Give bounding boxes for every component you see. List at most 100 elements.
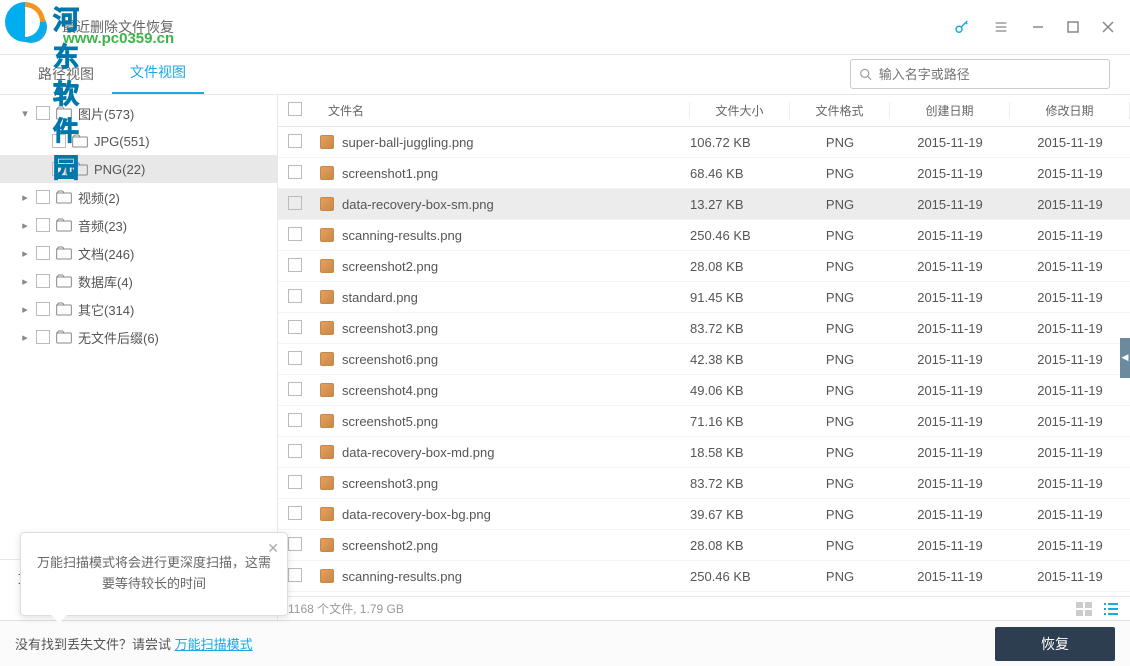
tree-item[interactable]: ▾图片(573): [0, 99, 277, 127]
row-checkbox[interactable]: [288, 258, 302, 272]
grid-view-icon[interactable]: [1076, 602, 1094, 616]
caret-icon[interactable]: ▸: [20, 303, 30, 316]
file-row[interactable]: super-ball-juggling.png106.72 KBPNG2015-…: [278, 127, 1130, 158]
caret-icon[interactable]: ▾: [20, 107, 30, 120]
file-row[interactable]: screenshot4.png49.06 KBPNG2015-11-192015…: [278, 375, 1130, 406]
row-checkbox[interactable]: [288, 382, 302, 396]
file-modified: 2015-11-19: [1010, 352, 1130, 367]
file-row[interactable]: data-recovery-box-bg.png39.67 KBPNG2015-…: [278, 499, 1130, 530]
col-format[interactable]: 文件格式: [790, 102, 890, 119]
checkbox[interactable]: [36, 218, 50, 232]
file-row[interactable]: screenshot6.png42.38 KBPNG2015-11-192015…: [278, 344, 1130, 375]
file-row[interactable]: screenshot1.png68.46 KBPNG2015-11-192015…: [278, 158, 1130, 189]
file-row[interactable]: screenshot3.png83.72 KBPNG2015-11-192015…: [278, 468, 1130, 499]
col-size[interactable]: 文件大小: [690, 102, 790, 119]
file-created: 2015-11-19: [890, 507, 1010, 522]
tree-item[interactable]: ▸数据库(4): [0, 267, 277, 295]
tree-item[interactable]: JPG(551): [0, 127, 277, 155]
file-size: 13.27 KB: [690, 197, 790, 212]
minimize-icon[interactable]: [1031, 20, 1045, 34]
file-format: PNG: [790, 414, 890, 429]
tree-label: 无文件后缀(6): [78, 328, 159, 347]
deep-scan-link[interactable]: 万能扫描模式: [175, 637, 253, 652]
file-row[interactable]: data-recovery-box-sm.png13.27 KBPNG2015-…: [278, 189, 1130, 220]
col-created[interactable]: 创建日期: [890, 102, 1010, 119]
file-row[interactable]: screenshot5.png71.16 KBPNG2015-11-192015…: [278, 406, 1130, 437]
file-row[interactable]: screenshot3.png83.72 KBPNG2015-11-192015…: [278, 313, 1130, 344]
tree-label: 文档(246): [78, 244, 134, 263]
checkbox[interactable]: [36, 274, 50, 288]
file-row[interactable]: standard.png91.45 KBPNG2015-11-192015-11…: [278, 282, 1130, 313]
checkbox[interactable]: [36, 330, 50, 344]
caret-icon[interactable]: ▸: [20, 247, 30, 260]
row-checkbox[interactable]: [288, 351, 302, 365]
recover-button[interactable]: 恢复: [995, 627, 1115, 661]
checkbox[interactable]: [52, 162, 66, 176]
file-format: PNG: [790, 290, 890, 305]
tree-item[interactable]: ▸其它(314): [0, 295, 277, 323]
file-name: screenshot5.png: [342, 414, 438, 429]
caret-icon[interactable]: ▸: [20, 331, 30, 344]
row-checkbox[interactable]: [288, 506, 302, 520]
checkbox[interactable]: [36, 302, 50, 316]
file-created: 2015-11-19: [890, 383, 1010, 398]
menu-icon[interactable]: [993, 19, 1009, 35]
tree-item[interactable]: ▸音频(23): [0, 211, 277, 239]
file-format: PNG: [790, 321, 890, 336]
row-checkbox[interactable]: [288, 165, 302, 179]
col-modified[interactable]: 修改日期: [1010, 102, 1130, 119]
tree-item[interactable]: PNG(22): [0, 155, 277, 183]
caret-icon[interactable]: ▸: [20, 219, 30, 232]
row-checkbox[interactable]: [288, 134, 302, 148]
folder-icon: [72, 134, 88, 148]
checkbox-all[interactable]: [288, 102, 302, 116]
row-checkbox[interactable]: [288, 568, 302, 582]
row-checkbox[interactable]: [288, 227, 302, 241]
row-checkbox[interactable]: [288, 444, 302, 458]
tree-item[interactable]: ▸ 无文件后缀(6): [0, 323, 277, 351]
search-input[interactable]: [879, 67, 1101, 82]
tab-file-view[interactable]: 文件视图: [112, 52, 204, 94]
back-button[interactable]: [15, 11, 47, 43]
close-icon[interactable]: [1101, 20, 1115, 34]
row-checkbox[interactable]: [288, 537, 302, 551]
file-modified: 2015-11-19: [1010, 197, 1130, 212]
row-checkbox[interactable]: [288, 196, 302, 210]
list-view-icon[interactable]: [1102, 602, 1120, 616]
file-row[interactable]: data-recovery-box-md.png18.58 KBPNG2015-…: [278, 437, 1130, 468]
key-icon[interactable]: [953, 18, 971, 36]
checkbox[interactable]: [36, 190, 50, 204]
tree-item[interactable]: ▸视频(2): [0, 183, 277, 211]
file-created: 2015-11-19: [890, 290, 1010, 305]
maximize-icon[interactable]: [1067, 21, 1079, 33]
file-row[interactable]: screenshot2.png28.08 KBPNG2015-11-192015…: [278, 530, 1130, 561]
row-checkbox[interactable]: [288, 413, 302, 427]
file-name: scanning-results.png: [342, 569, 462, 584]
tooltip-close-icon[interactable]: ✕: [267, 537, 279, 559]
file-size: 71.16 KB: [690, 414, 790, 429]
file-row[interactable]: scanning-results.png250.46 KBPNG2015-11-…: [278, 561, 1130, 592]
file-modified: 2015-11-19: [1010, 538, 1130, 553]
row-checkbox[interactable]: [288, 320, 302, 334]
side-panel-toggle[interactable]: ◀: [1120, 338, 1130, 378]
file-created: 2015-11-19: [890, 414, 1010, 429]
file-format: PNG: [790, 445, 890, 460]
tab-path-view[interactable]: 路径视图: [20, 54, 112, 94]
caret-icon[interactable]: ▸: [20, 191, 30, 204]
title-bar: 河东软件园 www.pc0359.cn 最近删除文件恢复: [0, 0, 1130, 55]
checkbox[interactable]: [52, 134, 66, 148]
checkbox[interactable]: [36, 106, 50, 120]
checkbox[interactable]: [36, 246, 50, 260]
col-name[interactable]: 文件名: [318, 102, 690, 119]
folder-icon: [56, 106, 72, 120]
search-box[interactable]: [850, 59, 1110, 89]
caret-icon[interactable]: ▸: [20, 275, 30, 288]
row-checkbox[interactable]: [288, 289, 302, 303]
file-row[interactable]: screenshot2.png28.08 KBPNG2015-11-192015…: [278, 251, 1130, 282]
file-row[interactable]: scanning-results.png250.46 KBPNG2015-11-…: [278, 220, 1130, 251]
file-created: 2015-11-19: [890, 476, 1010, 491]
tree-item[interactable]: ▸ 文档(246): [0, 239, 277, 267]
column-header: 文件名 文件大小 文件格式 创建日期 修改日期: [278, 95, 1130, 127]
file-name: screenshot2.png: [342, 259, 438, 274]
row-checkbox[interactable]: [288, 475, 302, 489]
